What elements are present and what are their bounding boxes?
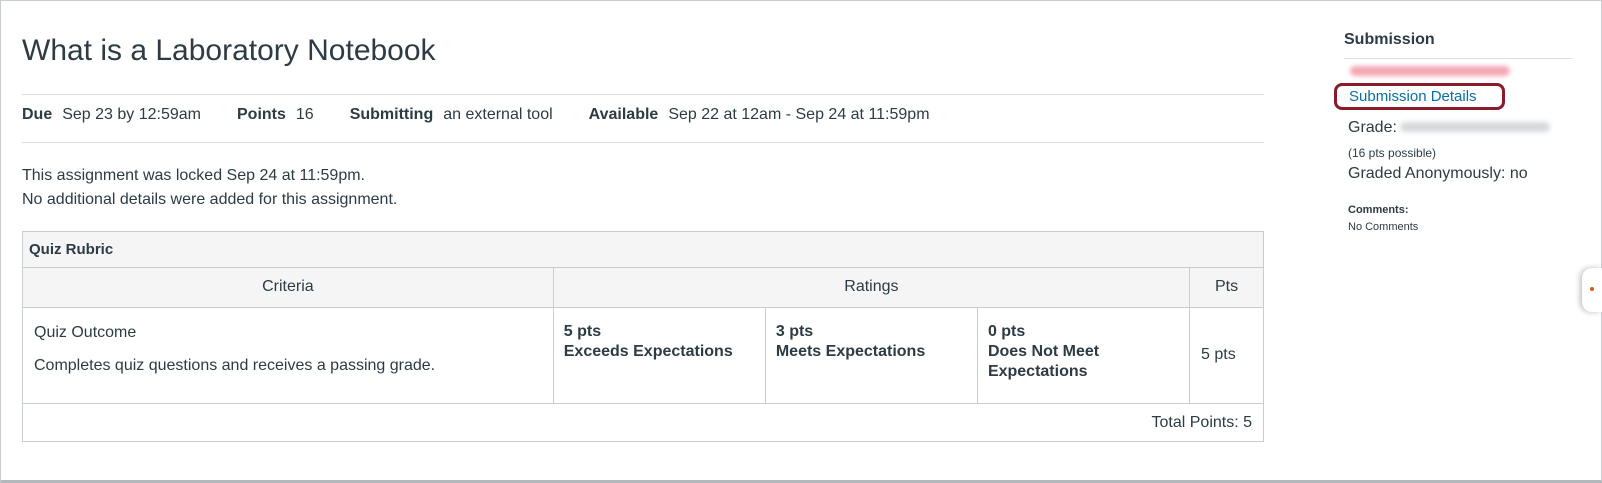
rubric-header-row: Criteria Ratings Pts bbox=[23, 268, 1263, 308]
details-message: No additional details were added for thi… bbox=[22, 191, 398, 208]
available-label: Available bbox=[588, 106, 659, 123]
submission-title: Submission bbox=[1344, 31, 1435, 48]
due-label: Due bbox=[22, 106, 53, 123]
submitting-label: Submitting bbox=[349, 106, 434, 123]
assignment-details: Due Sep 23 by 12:59am Points 16 Submitti… bbox=[22, 106, 966, 124]
comments-label: Comments: bbox=[1348, 204, 1409, 216]
divider bbox=[22, 94, 1264, 95]
criterion-cell: Quiz Outcome Completes quiz questions an… bbox=[23, 307, 554, 404]
rubric-table: Criteria Ratings Pts Quiz Outcome Comple… bbox=[23, 268, 1263, 404]
assignment-description: This assignment was locked Sep 24 at 11:… bbox=[22, 164, 397, 212]
total-points: Total Points: 5 bbox=[1151, 413, 1253, 431]
submitting-value: an external tool bbox=[443, 106, 553, 123]
available-value: Sep 22 at 12am - Sep 24 at 11:59pm bbox=[668, 106, 930, 123]
due-value: Sep 23 by 12:59am bbox=[62, 106, 201, 123]
rating-points: 5 pts bbox=[563, 322, 602, 340]
divider bbox=[1344, 58, 1572, 59]
criterion-name: Quiz Outcome bbox=[34, 323, 137, 341]
points-value: 16 bbox=[295, 106, 314, 123]
submission-details-highlight: Submission Details bbox=[1334, 83, 1505, 110]
divider bbox=[22, 142, 1264, 143]
rating-cell: 0 pts Does Not Meet Expectations bbox=[977, 307, 1191, 404]
locked-message: This assignment was locked Sep 24 at 11:… bbox=[22, 167, 365, 184]
rating-points: 0 pts bbox=[987, 322, 1026, 340]
pts-header: Pts bbox=[1189, 268, 1263, 308]
comments-value: No Comments bbox=[1348, 221, 1419, 233]
rating-cell: 5 pts Exceeds Expectations bbox=[553, 307, 766, 404]
graded-anonymously: Graded Anonymously: no bbox=[1348, 165, 1528, 182]
rubric-title: Quiz Rubric bbox=[23, 232, 1263, 268]
redacted-grade bbox=[1400, 122, 1550, 132]
redacted-submission-date bbox=[1350, 66, 1510, 76]
quiz-rubric: Quiz Rubric Criteria Ratings Pts Quiz Ou… bbox=[22, 231, 1264, 442]
criterion-pts: 5 pts bbox=[1189, 307, 1263, 404]
pts-possible: (16 pts possible) bbox=[1348, 146, 1437, 160]
criteria-header: Criteria bbox=[23, 268, 554, 308]
rating-points: 3 pts bbox=[775, 322, 814, 340]
page-title: What is a Laboratory Notebook bbox=[22, 34, 436, 67]
rating-label: Exceeds Expectations bbox=[563, 342, 733, 360]
rating-cell: 3 pts Meets Expectations bbox=[765, 307, 978, 404]
notification-dot-icon bbox=[1590, 287, 1594, 291]
points-label: Points bbox=[237, 106, 286, 123]
side-tray-handle[interactable] bbox=[1582, 268, 1602, 312]
rating-label: Does Not Meet Expectations bbox=[987, 342, 1100, 380]
submission-details-link[interactable]: Submission Details bbox=[1349, 88, 1477, 105]
ratings-header: Ratings bbox=[553, 268, 1191, 308]
grade-label: Grade: bbox=[1348, 119, 1397, 136]
criterion-description: Completes quiz questions and receives a … bbox=[34, 356, 436, 374]
rating-label: Meets Expectations bbox=[775, 342, 926, 360]
table-row: Quiz Outcome Completes quiz questions an… bbox=[23, 307, 1263, 404]
